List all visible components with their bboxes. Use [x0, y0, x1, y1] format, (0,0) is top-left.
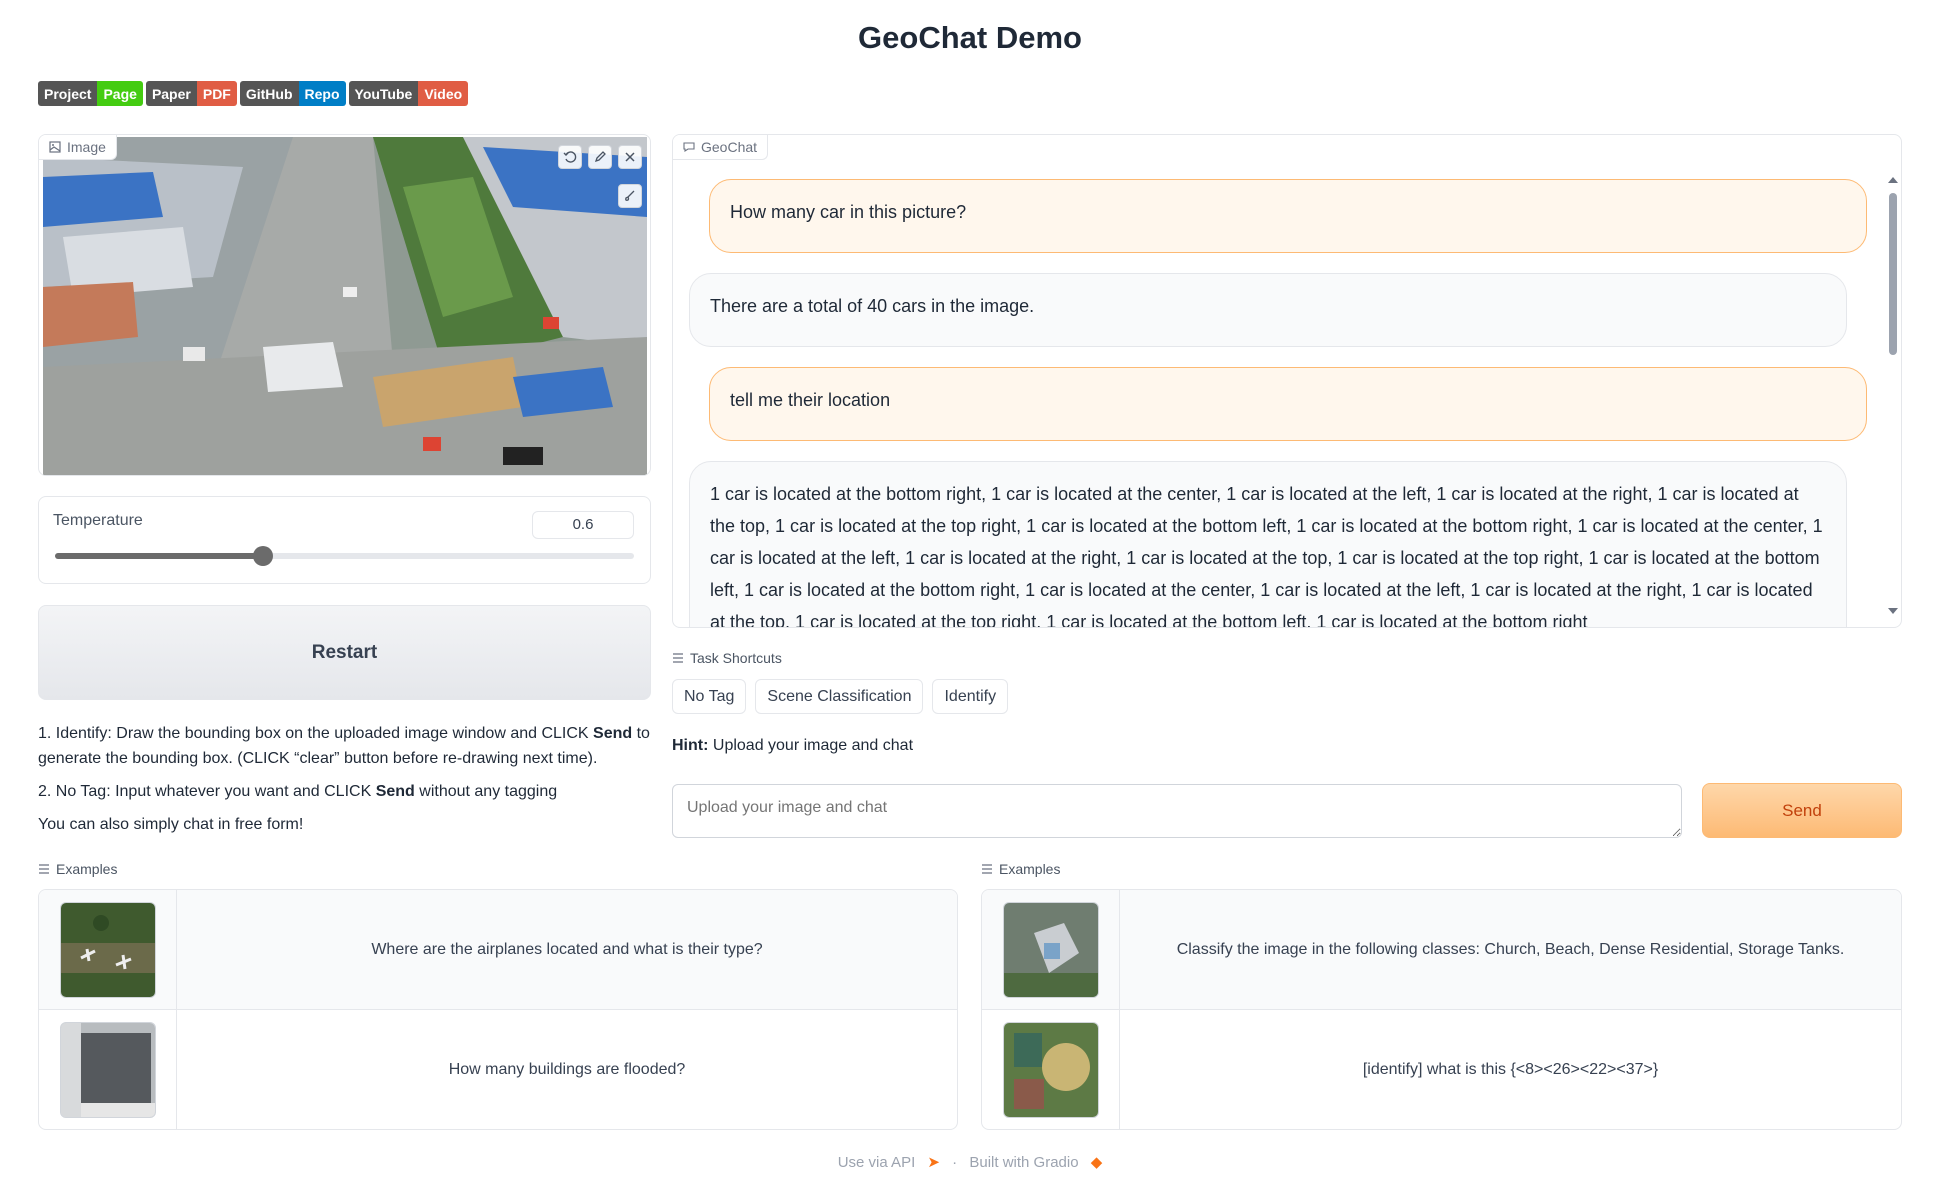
image-panel[interactable]: Image	[38, 134, 651, 476]
page-title: GeoChat Demo	[858, 20, 1082, 55]
examples-table-left: Where are the airplanes located and what…	[38, 889, 958, 1130]
image-icon	[49, 141, 61, 153]
list-icon	[39, 864, 49, 874]
undo-icon	[563, 151, 577, 163]
footer: Use via API ➤ · Built with Gradio ◆	[0, 1153, 1940, 1171]
examples-table-right: Classify the image in the following clas…	[981, 889, 1902, 1130]
example-thumb-cell	[39, 890, 177, 1009]
examples-label: Examples	[38, 861, 117, 877]
example-row[interactable]: Classify the image in the following clas…	[982, 890, 1901, 1010]
example-row[interactable]: How many buildings are flooded?	[39, 1010, 957, 1129]
brush-icon	[625, 190, 635, 201]
badge-right: Video	[418, 81, 469, 106]
example-text: [identify] what is this {<8><26><22><37>…	[1362, 1061, 1659, 1078]
temperature-slider-panel: Temperature 0.6	[38, 496, 651, 584]
uploaded-aerial-image[interactable]	[43, 137, 647, 475]
badge-right: Page	[97, 81, 143, 106]
badge-right: Repo	[298, 81, 346, 106]
youtube-video-badge[interactable]: YouTube Video	[348, 81, 469, 106]
task-shortcuts-label: Task Shortcuts	[672, 650, 782, 666]
list-icon	[673, 653, 683, 663]
footer-separator: ·	[952, 1154, 958, 1171]
use-via-api-link[interactable]: Use via API	[838, 1154, 916, 1171]
image-block-label: Image	[39, 135, 117, 160]
built-with-gradio-link[interactable]: Built with Gradio	[969, 1154, 1078, 1171]
example-thumbnail-identify	[1002, 1022, 1099, 1118]
task-shortcut-buttons: No Tag Scene Classification Identify	[672, 679, 1009, 714]
badge-links: Project Page Paper PDF GitHub Repo YouTu…	[38, 81, 469, 106]
example-thumb-cell	[982, 1010, 1120, 1129]
instruction-no-tag: 2. No Tag: Input whatever you want and C…	[38, 783, 558, 800]
chatbot-block-label: GeoChat	[673, 135, 769, 160]
example-thumb-cell	[39, 1010, 177, 1129]
chat-message-bot: There are a total of 40 cars in the imag…	[689, 273, 1847, 347]
restart-button[interactable]: Restart	[38, 605, 651, 700]
chat-scrollbar[interactable]	[1889, 175, 1897, 623]
chat-icon	[683, 142, 695, 153]
clear-image-button[interactable]	[618, 145, 642, 169]
example-text: Classify the image in the following clas…	[1176, 940, 1845, 958]
scrollbar-thumb[interactable]	[1889, 193, 1897, 355]
chat-message-user: How many car in this picture?	[709, 179, 1867, 253]
instructions: 1. Identify: Draw the bounding box on th…	[38, 721, 651, 845]
scene-classification-button[interactable]: Scene Classification	[755, 679, 924, 714]
slider-thumb[interactable]	[253, 546, 274, 566]
edit-button[interactable]	[588, 145, 612, 169]
slider-fill	[55, 553, 264, 559]
example-thumbnail-church	[1002, 901, 1099, 998]
hint-text: Hint: Upload your image and chat	[672, 737, 914, 754]
pencil-icon	[594, 151, 606, 163]
chat-message-user: tell me their location	[709, 367, 1867, 441]
chat-input[interactable]	[672, 784, 1682, 838]
temperature-slider[interactable]	[55, 546, 634, 566]
badge-right: PDF	[196, 81, 237, 106]
chatbot-panel: GeoChat How many car in this picture? Th…	[672, 134, 1902, 628]
example-thumb-cell	[982, 890, 1120, 1009]
example-thumbnail-airplanes	[59, 901, 156, 998]
examples-label: Examples	[981, 861, 1060, 877]
project-page-badge[interactable]: Project Page	[38, 81, 143, 106]
paper-pdf-badge[interactable]: Paper PDF	[145, 81, 237, 106]
no-tag-button[interactable]: No Tag	[672, 679, 747, 714]
send-button[interactable]: Send	[1702, 783, 1902, 838]
github-repo-badge[interactable]: GitHub Repo	[239, 81, 346, 106]
scroll-down-arrow[interactable]	[1888, 608, 1898, 614]
undo-button[interactable]	[558, 145, 582, 169]
rocket-icon: ➤	[927, 1154, 940, 1171]
list-icon	[982, 864, 992, 874]
brush-button[interactable]	[618, 184, 642, 208]
close-icon	[625, 152, 635, 162]
temperature-label: Temperature	[53, 512, 143, 529]
gradio-logo-icon: ◆	[1090, 1154, 1103, 1171]
identify-button[interactable]: Identify	[932, 679, 1009, 714]
instruction-identify: 1. Identify: Draw the bounding box on th…	[38, 725, 650, 767]
example-text: How many buildings are flooded?	[448, 1061, 686, 1078]
chat-message-bot: 1 car is located at the bottom right, 1 …	[689, 461, 1847, 627]
example-row[interactable]: Where are the airplanes located and what…	[39, 890, 957, 1010]
instruction-free-form: You can also simply chat in free form!	[38, 816, 304, 833]
example-thumbnail-flood	[59, 1022, 156, 1118]
temperature-value-input[interactable]: 0.6	[532, 511, 634, 539]
example-row[interactable]: [identify] what is this {<8><26><22><37>…	[982, 1010, 1901, 1129]
image-toolbar	[558, 145, 642, 169]
example-text: Where are the airplanes located and what…	[371, 940, 763, 958]
